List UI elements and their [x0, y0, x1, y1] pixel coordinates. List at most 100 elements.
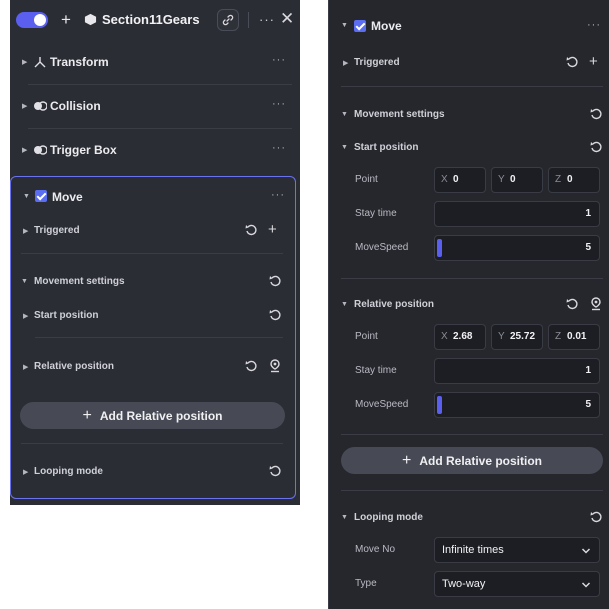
more-options-button[interactable]: ··· — [272, 142, 286, 154]
relative-stay-time-input[interactable]: 1 — [434, 358, 600, 384]
more-options-button[interactable]: ··· — [271, 189, 285, 201]
stay-time-label: Stay time — [355, 365, 397, 376]
link-icon — [222, 14, 234, 26]
divider — [21, 253, 283, 254]
chevron-down-icon — [581, 548, 591, 554]
add-relative-position-label: Add Relative position — [419, 453, 543, 468]
expand-arrow-icon: ▶ — [23, 228, 29, 235]
reset-icon[interactable] — [268, 308, 282, 322]
enable-toggle[interactable] — [16, 12, 48, 28]
triggered-row[interactable]: ▶ Triggered + — [11, 220, 295, 244]
location-pin-icon[interactable] — [589, 297, 603, 311]
divider — [341, 86, 603, 87]
move-no-label: Move No — [355, 544, 396, 555]
section-label: Trigger Box — [50, 143, 117, 157]
collapse-arrow-icon: ▼ — [341, 22, 348, 29]
slider-fill — [437, 239, 442, 257]
relative-move-speed-slider[interactable]: 5 — [434, 392, 600, 418]
relative-x-input[interactable]: X 2.68 — [434, 324, 486, 350]
slider-fill — [437, 396, 442, 414]
move-header[interactable]: ▼ Move ··· — [11, 177, 297, 217]
section-collision[interactable]: ▶ Collision ··· — [10, 86, 300, 126]
expand-arrow-icon: ▶ — [22, 147, 28, 154]
add-trigger-button[interactable]: + — [268, 221, 277, 238]
divider — [35, 337, 283, 338]
relative-position-label: Relative position — [354, 299, 435, 310]
reset-icon[interactable] — [589, 510, 603, 524]
move-enabled-checkbox[interactable] — [35, 190, 47, 202]
plus-icon: + — [82, 406, 92, 424]
expand-arrow-icon: ▶ — [23, 364, 29, 371]
expand-arrow-icon: ▶ — [22, 59, 28, 66]
section-transform[interactable]: ▶ Transform ··· — [10, 42, 300, 82]
more-options-button[interactable]: ··· — [587, 19, 601, 31]
start-z-input[interactable]: Z0 — [548, 167, 600, 193]
reset-icon[interactable] — [565, 297, 579, 311]
plus-icon: + — [401, 451, 412, 469]
reset-icon[interactable] — [268, 464, 282, 478]
move-speed-label: MoveSpeed — [355, 242, 409, 253]
relative-z-input[interactable]: Z 0.01 — [548, 324, 600, 350]
reset-icon[interactable] — [244, 223, 258, 237]
start-stay-time-input[interactable]: 1 — [434, 201, 600, 227]
more-options-button[interactable]: ··· — [272, 54, 286, 66]
start-position-row[interactable]: ▶ Start position — [11, 305, 295, 329]
looping-mode-label: Looping mode — [34, 466, 103, 477]
location-pin-icon[interactable] — [268, 359, 282, 373]
move-label: Move — [52, 190, 83, 204]
close-button[interactable]: ✕ — [280, 9, 294, 29]
add-trigger-button[interactable]: + — [589, 53, 598, 70]
looping-mode-row[interactable]: ▼ Looping mode — [329, 507, 609, 531]
start-position-row[interactable]: ▼ Start position — [329, 137, 609, 161]
reset-icon[interactable] — [589, 140, 603, 154]
reset-icon[interactable] — [565, 55, 579, 69]
collapse-arrow-icon: ▼ — [341, 514, 348, 521]
type-label: Type — [355, 578, 377, 589]
more-options-button[interactable]: ··· — [272, 98, 286, 110]
relative-position-label: Relative position — [34, 361, 115, 372]
movement-settings-row[interactable]: ▼ Movement settings — [11, 271, 295, 295]
start-y-input[interactable]: Y0 — [491, 167, 543, 193]
movement-settings-label: Movement settings — [354, 109, 445, 120]
expand-arrow-icon: ▶ — [23, 313, 29, 320]
add-relative-position-button[interactable]: + Add Relative position — [20, 402, 285, 429]
inspector-panel-collapsed: + Section11Gears ··· ✕ ▶ Transform ··· ▶… — [10, 0, 300, 505]
type-select[interactable]: Two-way — [434, 571, 600, 597]
divider — [341, 278, 603, 279]
collapse-arrow-icon: ▼ — [21, 278, 28, 285]
add-component-button[interactable]: + — [61, 10, 71, 30]
reset-icon[interactable] — [244, 359, 258, 373]
triggered-label: Triggered — [354, 57, 400, 68]
move-label: Move — [371, 19, 402, 33]
move-header[interactable]: ▼ Move ··· — [329, 15, 609, 39]
triggered-row[interactable]: ▶ Triggered + — [329, 52, 609, 76]
start-move-speed-slider[interactable]: 5 — [434, 235, 600, 261]
section-label: Transform — [50, 55, 109, 69]
add-relative-position-label: Add Relative position — [99, 408, 223, 423]
more-options-button[interactable]: ··· — [259, 12, 275, 27]
start-position-label: Start position — [354, 142, 419, 153]
looping-mode-row[interactable]: ▶ Looping mode — [11, 461, 295, 485]
reset-icon[interactable] — [589, 107, 603, 121]
collapse-arrow-icon: ▼ — [23, 193, 30, 200]
collision-icon — [34, 101, 47, 111]
header-separator — [248, 12, 249, 28]
point-label: Point — [355, 174, 378, 185]
move-no-select[interactable]: Infinite times — [434, 537, 600, 563]
relative-position-row[interactable]: ▼ Relative position — [329, 294, 609, 318]
link-button[interactable] — [217, 9, 239, 31]
relative-y-input[interactable]: Y 25.72 — [491, 324, 543, 350]
move-enabled-checkbox[interactable] — [354, 20, 366, 32]
start-position-label: Start position — [34, 310, 99, 321]
add-relative-position-button[interactable]: + Add Relative position — [341, 447, 603, 474]
object-title: Section11Gears — [102, 12, 200, 27]
reset-icon[interactable] — [268, 274, 282, 288]
point-label: Point — [355, 331, 378, 342]
relative-position-row[interactable]: ▶ Relative position — [11, 356, 295, 380]
divider — [21, 443, 283, 444]
expand-arrow-icon: ▶ — [22, 103, 28, 110]
section-trigger-box[interactable]: ▶ Trigger Box ··· — [10, 130, 300, 170]
move-speed-label: MoveSpeed — [355, 399, 409, 410]
start-x-input[interactable]: X0 — [434, 167, 486, 193]
movement-settings-row[interactable]: ▼ Movement settings — [329, 104, 609, 128]
